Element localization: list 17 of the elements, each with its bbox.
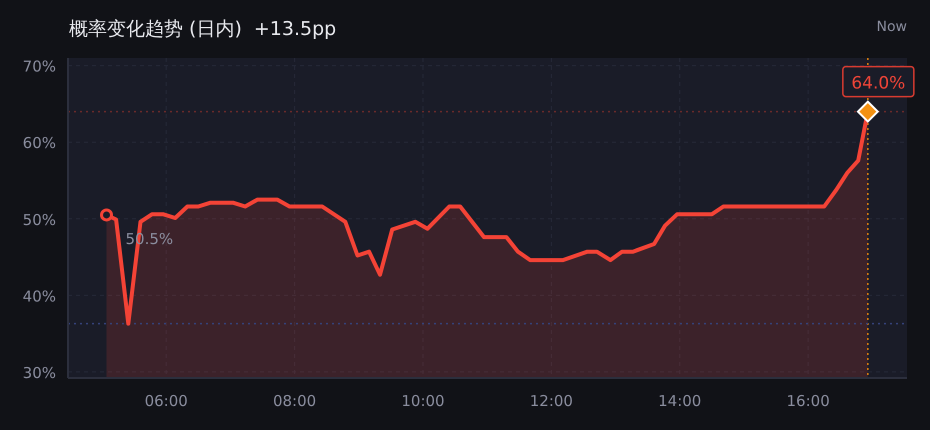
x-axis-label: 12:00 <box>530 392 573 410</box>
x-axis-label: 16:00 <box>786 392 830 410</box>
now-label: Now <box>876 19 907 35</box>
x-axis-label: 06:00 <box>144 392 188 410</box>
y-axis-label: 70% <box>22 58 56 76</box>
chart-title: 概率变化趋势 (日内) <box>69 17 242 42</box>
x-axis-label: 08:00 <box>272 392 316 410</box>
annotation: 64.0% <box>851 74 906 94</box>
y-axis-label: 30% <box>22 364 56 382</box>
current-value-badge: 64.0% <box>842 66 915 98</box>
start-marker <box>100 208 114 222</box>
y-axis-label: 40% <box>22 287 56 306</box>
change-value: +13.5pp <box>254 18 336 40</box>
y-axis-label: 50% <box>22 210 56 229</box>
y-axis-label: 60% <box>22 134 56 152</box>
x-axis-label: 14:00 <box>658 392 702 410</box>
x-axis-label: 10:00 <box>401 392 445 410</box>
